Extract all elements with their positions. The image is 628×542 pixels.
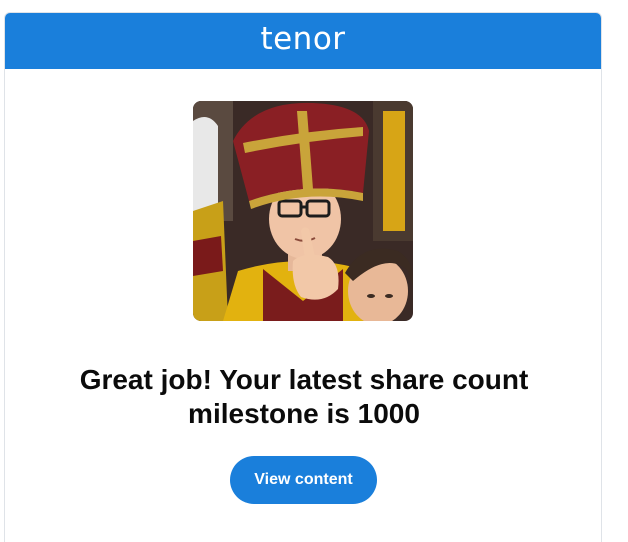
milestone-headline: Great job! Your latest share count miles… <box>5 363 601 431</box>
view-content-button[interactable]: View content <box>230 456 377 504</box>
email-card: tenor Great job! Your latest share count… <box>4 12 602 542</box>
headline-line-1: Great job! Your latest share count <box>79 364 529 395</box>
tenor-logo[interactable]: tenor <box>260 23 345 55</box>
gif-illustration <box>193 101 413 321</box>
headline-line-2: milestone is 1000 <box>188 398 420 429</box>
celebration-gif[interactable] <box>193 101 413 321</box>
header-bar: tenor <box>5 13 601 69</box>
